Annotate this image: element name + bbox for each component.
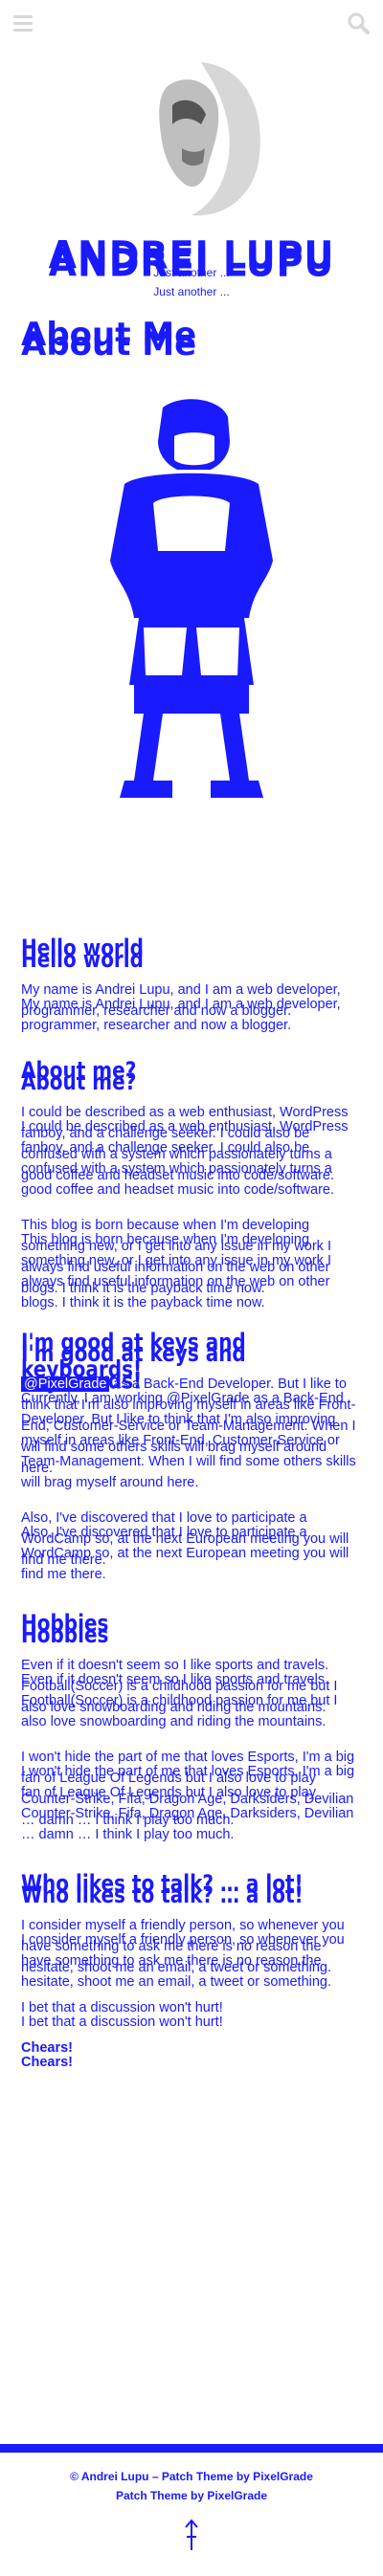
- section-heading: Hobbies Hobbies: [21, 1609, 362, 1648]
- site-logo[interactable]: [0, 57, 383, 220]
- section-heading: Hello world Hello world: [21, 934, 362, 973]
- main-content: About Me About Me Hello world Hello worl…: [21, 316, 362, 2083]
- footer-panel: © Andrei Lupu – Patch Theme by PixelGrad…: [0, 2450, 383, 2576]
- paragraph-shadow: My name is Andrei Lupu, and I am a web d…: [21, 997, 341, 1033]
- section-hello-world: Hello world Hello world My name is Andre…: [21, 934, 362, 1033]
- page-title: About Me About Me: [21, 316, 362, 363]
- heading-shadow: About me?: [21, 1068, 137, 1095]
- menu-icon[interactable]: [13, 15, 33, 32]
- site-footer: © Andrei Lupu – Patch Theme by PixelGrad…: [0, 2444, 383, 2576]
- heading-shadow: Hello world: [21, 945, 144, 973]
- paragraph: I could be described as a web enthusiast…: [21, 1102, 362, 1198]
- footer-copyright[interactable]: © Andrei Lupu – Patch Theme by PixelGrad…: [0, 2470, 383, 2483]
- footer-theme-credit[interactable]: Patch Theme by PixelGrade: [0, 2489, 383, 2502]
- hero-photo: [86, 398, 297, 800]
- paragraph: Chears! Chears!: [21, 2037, 362, 2070]
- paragraph: I consider myself a friendly person, so …: [21, 1915, 362, 1990]
- paragraph: @PixelGrade as a Back-End Developer. But…: [21, 1374, 362, 1490]
- heading-shadow: Who likes to talk? … a lot!: [21, 1881, 304, 1908]
- paragraph-shadow: I bet that a discussion won't hurt!: [21, 2015, 223, 2030]
- tagline: Just another ...: [153, 266, 230, 279]
- paragraph: Even if it doesn't seem so I like sports…: [21, 1655, 362, 1729]
- tagline-shadow: Just another ...: [153, 285, 230, 298]
- section-hobbies: Hobbies Hobbies Even if it doesn't seem …: [21, 1609, 362, 1842]
- avatar: [159, 62, 260, 216]
- section-keys-keyboards: I'm good at keys and keyboards! I'm good…: [21, 1328, 362, 1582]
- sign-off-shadow: Chears!: [21, 2055, 73, 2070]
- paragraph-shadow: Even if it doesn't seem so I like sports…: [21, 1672, 338, 1729]
- page-title-shadow: About Me: [21, 325, 197, 363]
- paragraph: Also, I've discovered that I love to par…: [21, 1508, 362, 1582]
- paragraph: I bet that a discussion won't hurt! I be…: [21, 1997, 362, 2030]
- arrow-up-icon[interactable]: [184, 2518, 199, 2554]
- paragraph-shadow: This blog is born because when I'm devel…: [21, 1232, 331, 1310]
- section-heading: About me? About me?: [21, 1056, 362, 1095]
- search-icon[interactable]: [347, 11, 370, 34]
- section-heading: Who likes to talk? … a lot! Who likes to…: [21, 1869, 362, 1908]
- paragraph: This blog is born because when I'm devel…: [21, 1215, 362, 1310]
- section-about-me: About me? About me? I could be described…: [21, 1056, 362, 1310]
- paragraph-shadow: I could be described as a web enthusiast…: [21, 1119, 349, 1198]
- paragraph: My name is Andrei Lupu, and I am a web d…: [21, 980, 362, 1033]
- paragraph-shadow: I consider myself a friendly person, so …: [21, 1932, 345, 1990]
- section-who-likes-to-talk: Who likes to talk? … a lot! Who likes to…: [21, 1869, 362, 2070]
- paragraph-shadow: Currently, I am working @PixelGrade as a…: [21, 1391, 356, 1490]
- top-bar: [0, 0, 383, 48]
- heading-shadow: Hobbies: [21, 1620, 109, 1648]
- paragraph-shadow: I won't hide the part of me that loves E…: [21, 1764, 355, 1842]
- section-heading: I'm good at keys and keyboards! I'm good…: [21, 1328, 362, 1395]
- paragraph: I won't hide the part of me that loves E…: [21, 1747, 362, 1842]
- paragraph-shadow: Also, I've discovered that I love to par…: [21, 1525, 349, 1582]
